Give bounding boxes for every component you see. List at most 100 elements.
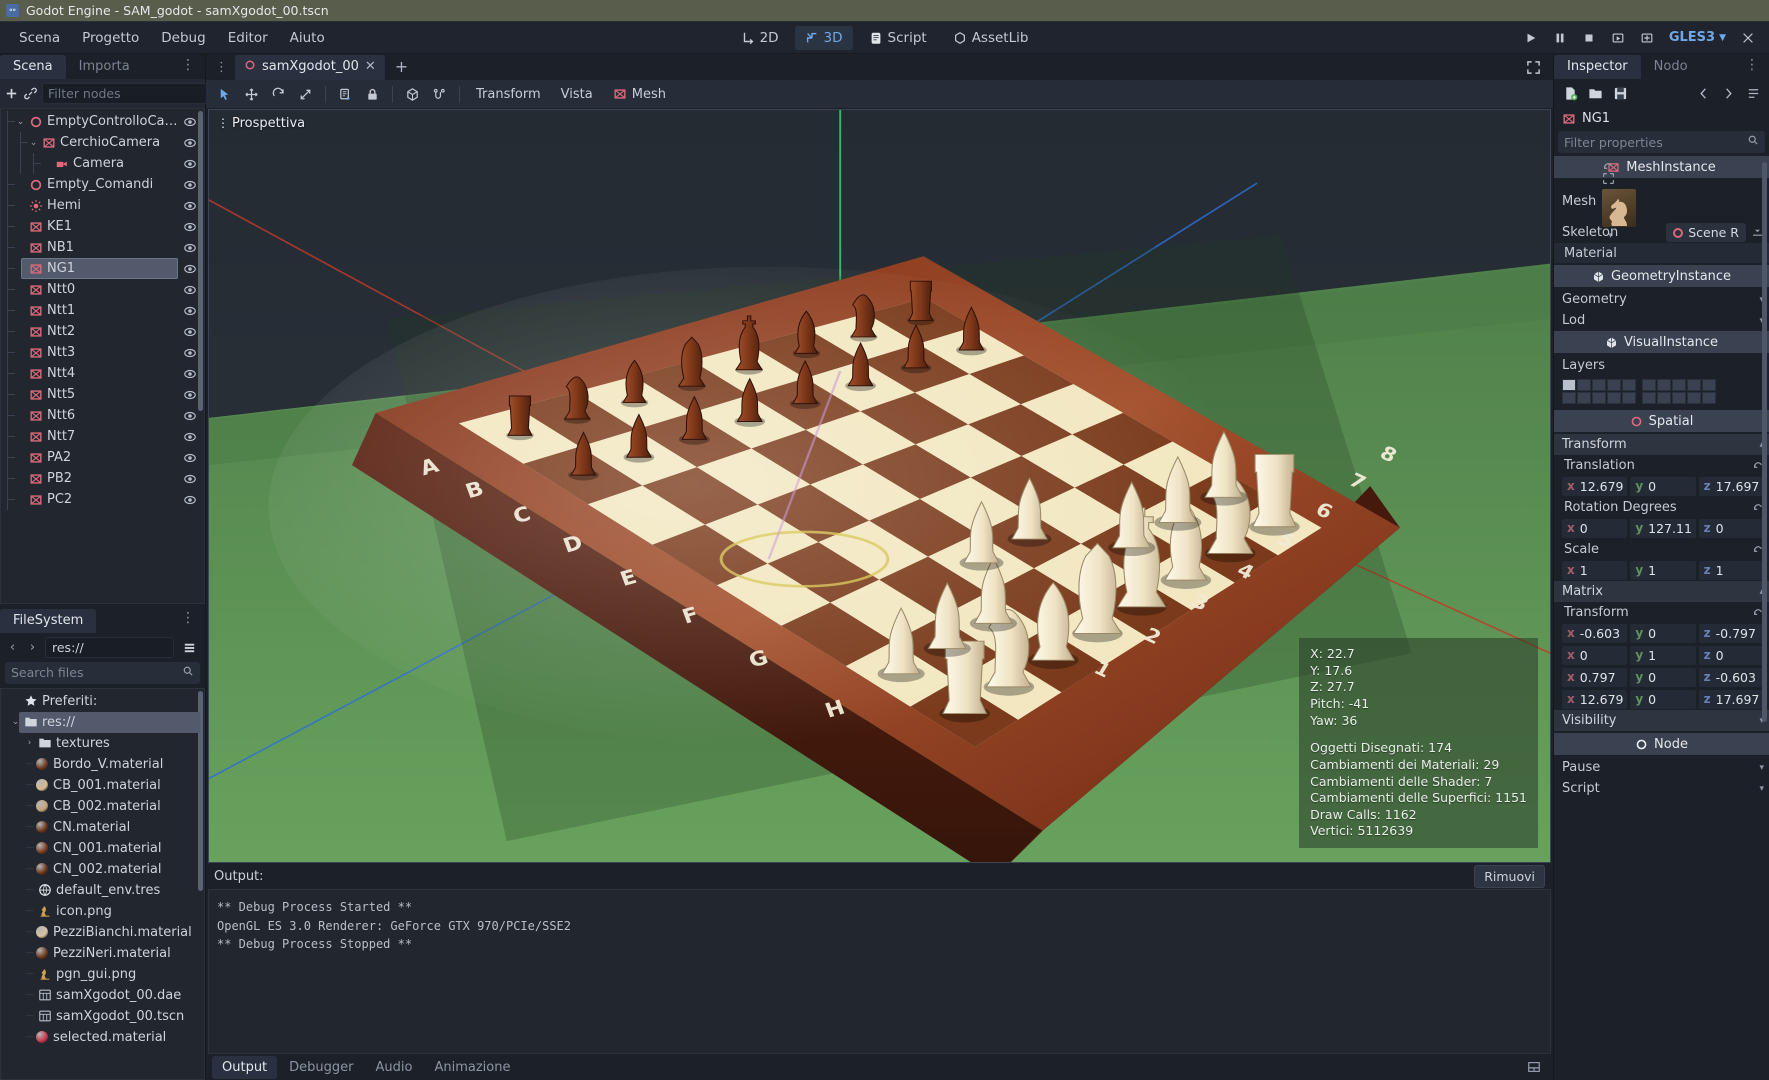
folder-open-icon[interactable] xyxy=(1584,83,1606,104)
matrix1-y-field[interactable]: y1 xyxy=(1630,645,1696,665)
scene-tree-node-empty_comandi[interactable]: Empty_Comandi xyxy=(1,174,204,195)
play-scene-button[interactable] xyxy=(1605,26,1631,50)
scene-tree[interactable]: ⌄ EmptyControlloCame ⌄ CerchioCamera Camera E… xyxy=(0,108,205,604)
fs-path-field[interactable]: res:// xyxy=(45,636,174,658)
scene-tree-node-ntt2[interactable]: Ntt2 xyxy=(1,321,204,342)
tree-caret-icon[interactable]: ⌄ xyxy=(14,117,27,127)
scene-tree-node-ntt1[interactable]: Ntt1 xyxy=(1,300,204,321)
property-lod[interactable]: Lod ▾ xyxy=(1554,310,1769,331)
visibility-eye-icon[interactable] xyxy=(181,136,198,150)
matrix1-x-field[interactable]: x0 xyxy=(1562,645,1628,665)
layer-cell[interactable] xyxy=(1687,379,1701,391)
menu-aiuto[interactable]: Aiuto xyxy=(279,26,336,50)
scale-mode-button[interactable] xyxy=(293,83,318,106)
snap-button[interactable] xyxy=(427,83,452,106)
mode-assetlib-button[interactable]: AssetLib xyxy=(943,26,1039,50)
matrix-row-0[interactable]: x -0.603 y0 z -0.797 xyxy=(1554,622,1769,644)
rotation-y-field[interactable]: y 127.11 xyxy=(1630,518,1696,538)
layer-cell[interactable] xyxy=(1672,379,1686,391)
filesystem-item[interactable]: › textures xyxy=(1,733,204,754)
filesystem-item[interactable]: — samXgodot_00.tscn xyxy=(1,1006,204,1027)
scene-dock-menu-icon[interactable]: ⋮ xyxy=(176,57,201,77)
visibility-eye-icon[interactable] xyxy=(181,430,198,444)
property-skeleton-value[interactable]: Scene R xyxy=(1666,223,1746,242)
visibility-eye-icon[interactable] xyxy=(181,157,198,171)
fs-search-field[interactable] xyxy=(5,661,200,684)
scene-tab-samxgodot-00[interactable]: samXgodot_00 ✕ xyxy=(235,54,385,80)
mode-script-button[interactable]: Script xyxy=(859,26,937,50)
mode-3d-button[interactable]: 3D xyxy=(794,25,853,50)
visibility-eye-icon[interactable] xyxy=(181,283,198,297)
visibility-eye-icon[interactable] xyxy=(181,325,198,339)
property-geometry[interactable]: Geometry ▾ xyxy=(1554,289,1769,310)
viewport-perspective-label[interactable]: ⋮ Prospettiva xyxy=(217,116,305,131)
tab-importa[interactable]: Importa xyxy=(66,55,143,79)
pause-button[interactable] xyxy=(1547,26,1573,50)
visibility-eye-icon[interactable] xyxy=(181,199,198,213)
output-log[interactable]: ** Debug Process Started ** OpenGL ES 3.… xyxy=(208,889,1551,1054)
history-next-icon[interactable] xyxy=(1717,83,1739,104)
tab-output[interactable]: Output xyxy=(212,1055,278,1079)
rotation-z-field[interactable]: z0 xyxy=(1698,518,1764,538)
tab-animazione[interactable]: Animazione xyxy=(424,1056,520,1079)
filesystem-item[interactable]: — CB_002.material xyxy=(1,796,204,817)
vector-scale[interactable]: x1 y1 z1 xyxy=(1554,559,1769,581)
scene-tree-node-cerchiocamera[interactable]: ⌄ CerchioCamera xyxy=(1,132,204,153)
scene-tree-node-pb2[interactable]: PB2 xyxy=(1,468,204,489)
filesystem-item[interactable]: — pgn_gui.png xyxy=(1,964,204,985)
fs-forward-button[interactable]: › xyxy=(25,638,40,656)
expand-icon[interactable] xyxy=(1514,60,1553,75)
translation-z-field[interactable]: z 17.697 xyxy=(1698,476,1764,496)
filter-nodes-field[interactable] xyxy=(42,83,226,104)
filesystem-tree[interactable]: Preferiti: ⌄ res:// › textures — Bordo_V.mater… xyxy=(0,687,205,1080)
visibility-eye-icon[interactable] xyxy=(181,388,198,402)
filesystem-dock-menu-icon[interactable]: ⋮ xyxy=(176,610,201,630)
visibility-eye-icon[interactable] xyxy=(181,367,198,381)
visibility-eye-icon[interactable] xyxy=(181,178,198,192)
section-visibility[interactable]: Visibility ▾ xyxy=(1554,710,1769,731)
mesh-preview[interactable] xyxy=(1602,189,1637,227)
renderer-selector[interactable]: GLES3 ▼ xyxy=(1663,27,1732,48)
tab-nodo[interactable]: Nodo xyxy=(1641,55,1701,79)
translation-x-field[interactable]: x 12.679 xyxy=(1562,476,1628,496)
matrix0-x-field[interactable]: x -0.603 xyxy=(1562,623,1628,643)
viewport-menu-icon[interactable]: ⋮ xyxy=(217,117,229,129)
link-icon[interactable] xyxy=(23,83,38,104)
translation-y-field[interactable]: y0 xyxy=(1630,476,1696,496)
matrix-row-2[interactable]: x 0.797 y0 z -0.603 xyxy=(1554,666,1769,688)
filesystem-item[interactable]: — PezziBianchi.material xyxy=(1,922,204,943)
layers-grid[interactable] xyxy=(1554,376,1769,410)
inspector-scrollbar[interactable] xyxy=(1762,162,1767,722)
matrix2-z-field[interactable]: z -0.603 xyxy=(1698,667,1764,687)
chevron-down-icon[interactable]: ▾ xyxy=(1753,763,1764,773)
vector-rotation[interactable]: x0 y 127.11 z0 xyxy=(1554,517,1769,539)
layer-cell[interactable] xyxy=(1657,379,1671,391)
bottom-panel-layout-icon[interactable] xyxy=(1521,1060,1547,1074)
play-custom-scene-button[interactable] xyxy=(1634,26,1660,50)
tab-inspector[interactable]: Inspector xyxy=(1554,55,1641,79)
filesystem-item[interactable]: ⌄ res:// xyxy=(1,711,204,733)
add-node-icon[interactable] xyxy=(4,83,19,104)
history-menu-icon[interactable] xyxy=(1742,83,1764,104)
matrix-row-1[interactable]: x0 y1 z0 xyxy=(1554,644,1769,666)
stop-button[interactable] xyxy=(1576,26,1602,50)
property-mesh[interactable]: Mesh ▾ xyxy=(1554,163,1769,241)
matrix1-z-field[interactable]: z0 xyxy=(1698,645,1764,665)
section-matrix[interactable]: Matrix ▴ xyxy=(1554,581,1769,602)
play-button[interactable] xyxy=(1518,26,1544,50)
tab-scena[interactable]: Scena xyxy=(0,55,66,79)
quick-load-icon[interactable] xyxy=(1602,173,1615,189)
filter-nodes-input[interactable] xyxy=(48,86,204,101)
tab-audio[interactable]: Audio xyxy=(366,1056,423,1079)
visibility-eye-icon[interactable] xyxy=(181,346,198,360)
scene-tree-node-ntt5[interactable]: Ntt5 xyxy=(1,384,204,405)
visibility-eye-icon[interactable] xyxy=(181,493,198,507)
tab-filesystem[interactable]: FileSystem xyxy=(0,608,97,633)
filesystem-item[interactable]: — CN.material xyxy=(1,817,204,838)
scene-tree-node-ntt0[interactable]: Ntt0 xyxy=(1,279,204,300)
scene-tree-node-ntt4[interactable]: Ntt4 xyxy=(1,363,204,384)
property-skeleton[interactable]: Skeleton Scene R xyxy=(1554,222,1769,243)
3d-viewport[interactable]: A B C D E F G H 1 2 3 4 5 xyxy=(208,109,1551,863)
inspector-properties[interactable]: MeshInstance Mesh ▾ Skeleton Scene R Mat… xyxy=(1554,156,1769,1080)
matrix2-x-field[interactable]: x 0.797 xyxy=(1562,667,1628,687)
